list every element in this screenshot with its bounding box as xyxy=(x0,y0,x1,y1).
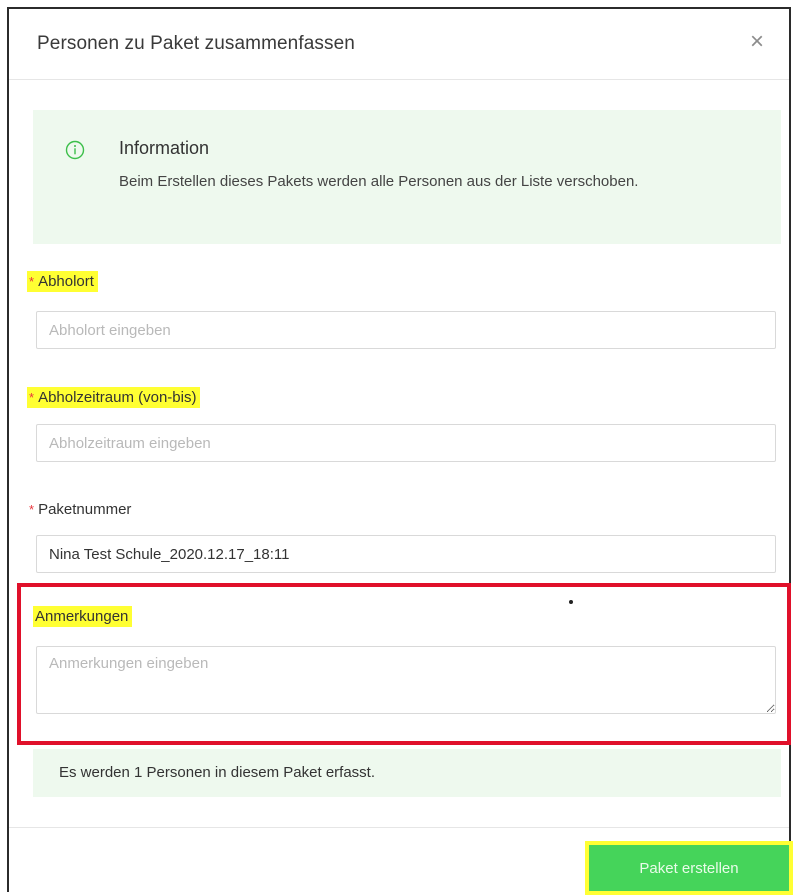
pickup-period-input[interactable] xyxy=(36,424,776,462)
modal-header: Personen zu Paket zusammenfassen × xyxy=(9,9,789,80)
info-alert: Information Beim Erstellen dieses Pakets… xyxy=(33,110,781,244)
annotation-dot xyxy=(569,600,573,604)
pickup-location-label: * Abholort xyxy=(27,271,98,292)
info-circle-icon xyxy=(65,140,85,160)
pickup-period-label: * Abholzeitraum (von-bis) xyxy=(27,387,201,408)
remarks-label-text: Anmerkungen xyxy=(35,608,129,625)
pickup-period-label-text: Abholzeitraum (von-bis) xyxy=(38,389,197,406)
modal-title: Personen zu Paket zusammenfassen xyxy=(37,33,355,54)
package-number-label: * Paketnummer xyxy=(27,499,135,520)
page: Personen zu Paket zusammenfassen × Infor… xyxy=(0,0,794,896)
summary-alert: Es werden 1 Personen in diesem Paket erf… xyxy=(33,749,781,797)
remarks-textarea[interactable] xyxy=(36,646,776,714)
required-marker: * xyxy=(29,502,35,517)
remarks-label: Anmerkungen xyxy=(33,606,133,627)
package-number-label-text: Paketnummer xyxy=(38,501,132,518)
summary-text: Es werden 1 Personen in diesem Paket erf… xyxy=(59,764,375,781)
create-package-button[interactable]: Paket erstellen xyxy=(589,845,789,891)
required-marker: * xyxy=(29,390,35,405)
info-text: Beim Erstellen dieses Pakets werden alle… xyxy=(119,173,639,190)
modal-dialog: Personen zu Paket zusammenfassen × Infor… xyxy=(7,7,791,892)
pickup-location-label-text: Abholort xyxy=(38,273,94,290)
required-marker: * xyxy=(29,274,35,289)
close-icon[interactable]: × xyxy=(745,30,769,55)
footer-divider xyxy=(9,827,789,828)
pickup-location-input[interactable] xyxy=(36,311,776,349)
package-number-input[interactable] xyxy=(36,535,776,573)
info-title: Information xyxy=(119,138,210,158)
